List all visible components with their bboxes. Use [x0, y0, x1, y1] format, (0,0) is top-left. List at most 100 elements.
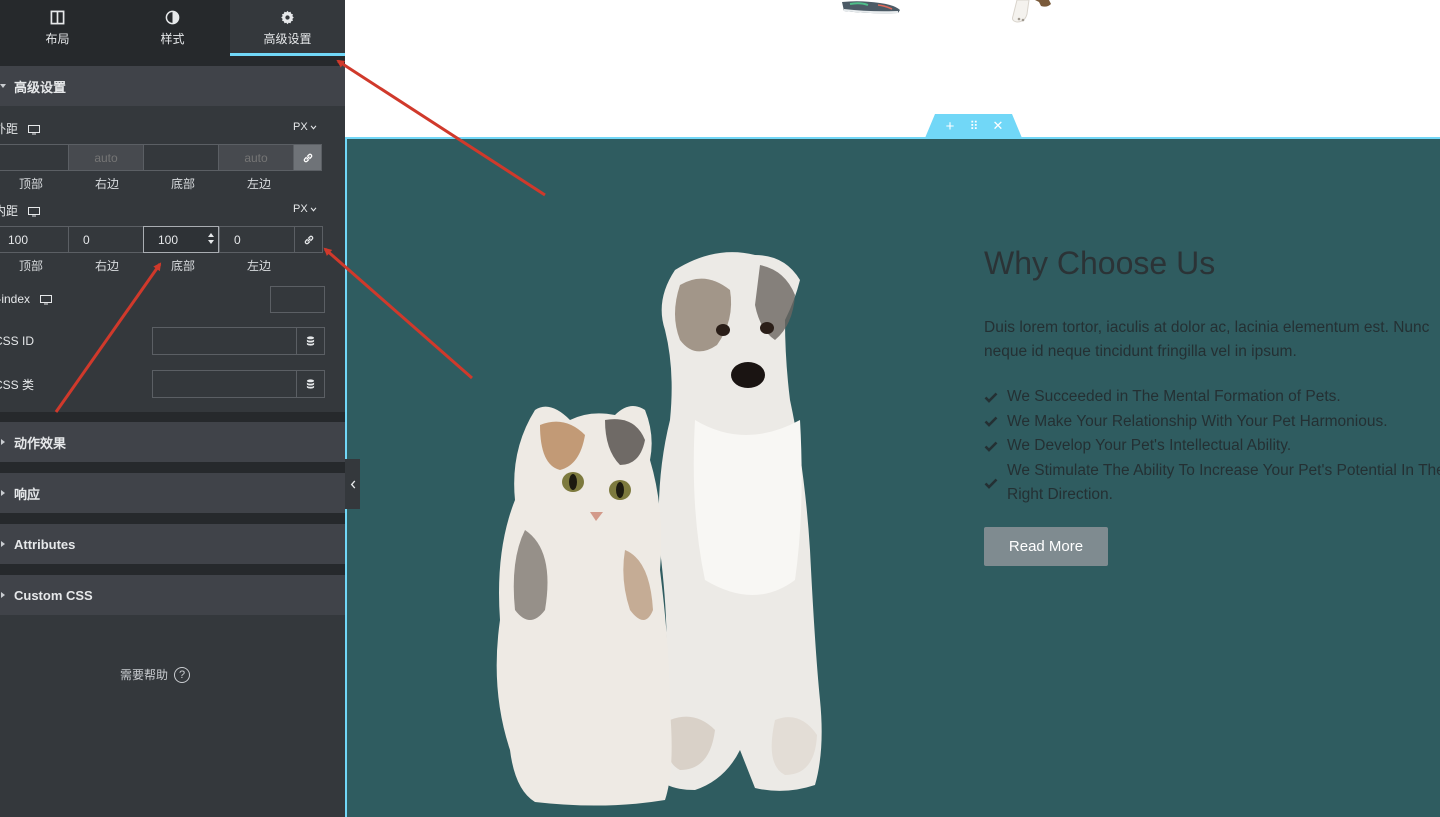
caret-right-icon [1, 439, 5, 445]
margin-left-input[interactable] [218, 144, 294, 171]
tab-advanced-label: 高级设置 [263, 31, 312, 46]
dim-label-right: 右边 [94, 177, 119, 191]
section-attributes-header[interactable]: Attributes [0, 524, 345, 564]
add-section-button[interactable]: + [941, 117, 959, 135]
dim-label-bottom: 底部 [170, 259, 195, 273]
database-icon [306, 336, 315, 346]
list-item: We Stimulate The Ability To Increase You… [984, 459, 1440, 508]
margin-label-row: 外距 [0, 120, 41, 137]
margin-right-input[interactable] [68, 144, 144, 171]
padding-unit-select[interactable]: PX [293, 203, 317, 215]
caret-right-icon [1, 541, 5, 547]
gear-icon [280, 10, 295, 25]
question-circle-icon: ? [174, 666, 191, 683]
tab-layout-label: 布局 [45, 31, 70, 46]
caret-right-icon [1, 490, 5, 496]
page-canvas: + ⠿ ✕ Why Choose Us Duis lorem tortor, i… [345, 0, 1440, 817]
padding-label-row: 内距 [0, 202, 41, 219]
dim-label-right: 右边 [94, 259, 119, 273]
dim-label-bottom: 底部 [170, 177, 195, 191]
check-icon [984, 410, 1007, 434]
tab-advanced[interactable]: 高级设置 [230, 0, 345, 56]
desktop-icon[interactable] [40, 294, 53, 305]
margin-top-input[interactable] [0, 144, 69, 171]
section-motion-title: 动作效果 [14, 435, 67, 451]
chevron-down-icon [310, 124, 317, 130]
list-item-text: We Make Your Relationship With Your Pet … [1007, 412, 1388, 430]
padding-dimensions [0, 226, 325, 253]
padding-right-input[interactable] [68, 226, 144, 253]
css-class-label: CSS 类 [0, 378, 35, 392]
section-title: Why Choose Us [984, 245, 1216, 281]
section-advanced-header[interactable]: 高级设置 [0, 66, 345, 106]
margin-dimensions [0, 144, 325, 171]
section-responsive-title: 响应 [14, 486, 41, 502]
check-icon [984, 385, 1007, 409]
section-attributes-title: Attributes [14, 536, 76, 552]
stepper-icon[interactable] [207, 232, 215, 245]
database-icon [306, 379, 315, 389]
drag-handle-icon[interactable]: ⠿ [965, 117, 983, 135]
chevron-left-icon [350, 479, 355, 489]
section-divider [0, 513, 345, 524]
help-label: 需要帮助 [120, 668, 169, 682]
check-icon [984, 434, 1007, 458]
check-icon [984, 459, 1007, 508]
dynamic-tags-button[interactable] [296, 327, 325, 355]
margin-dim-labels: 顶部 右边 底部 左边 [0, 175, 297, 192]
desktop-icon[interactable] [28, 124, 41, 134]
section-divider [0, 412, 345, 422]
layout-columns-icon [50, 10, 65, 25]
section-motion-header[interactable]: 动作效果 [0, 422, 345, 462]
section-custom-css-header[interactable]: Custom CSS [0, 575, 345, 615]
margin-unit-value: PX [293, 121, 308, 133]
sneaker-image [842, 1, 900, 14]
zindex-input[interactable] [270, 286, 325, 313]
padding-link-button[interactable] [294, 226, 323, 253]
list-item: We Succeeded in The Mental Formation of … [984, 385, 1440, 410]
tab-layout[interactable]: 布局 [0, 0, 115, 56]
css-class-label-row: CSS 类 [0, 376, 34, 393]
css-id-input[interactable] [152, 327, 297, 355]
dim-label-top: 顶部 [18, 177, 43, 191]
list-item-text: We Develop Your Pet's Intellectual Abili… [1007, 437, 1292, 454]
dynamic-tags-button[interactable] [296, 370, 325, 398]
margin-unit-select[interactable]: PX [293, 121, 317, 133]
chevron-down-icon [310, 206, 317, 212]
link-icon [304, 235, 313, 244]
padding-left-input[interactable] [219, 226, 295, 253]
delete-section-button[interactable]: ✕ [989, 117, 1007, 135]
margin-label: 外距 [0, 122, 19, 136]
section-custom-css-title: Custom CSS [14, 587, 93, 603]
zindex-label-row: Z-index [0, 292, 53, 306]
list-item: We Make Your Relationship With Your Pet … [984, 410, 1440, 435]
css-class-input[interactable] [152, 370, 297, 398]
css-id-label-row: CSS ID [0, 334, 34, 348]
section-responsive-header[interactable]: 响应 [0, 473, 345, 513]
padding-top-input[interactable] [0, 226, 69, 253]
read-more-button[interactable]: Read More [984, 527, 1108, 566]
desktop-icon[interactable] [28, 206, 41, 216]
benefits-list: We Succeeded in The Mental Formation of … [984, 385, 1440, 508]
link-icon [303, 153, 312, 162]
section-divider [0, 564, 345, 575]
section-advanced-title: 高级设置 [14, 79, 67, 95]
tab-divider [0, 56, 345, 66]
padding-bottom-wrapper [143, 226, 219, 253]
zindex-label: Z-index [0, 292, 31, 306]
previous-section[interactable]: + ⠿ ✕ [345, 0, 1440, 138]
panel-tabs: 布局 样式 高级设置 [0, 0, 345, 56]
dim-label-top: 顶部 [18, 259, 43, 273]
caret-down-icon [0, 84, 6, 88]
caret-right-icon [1, 592, 5, 598]
margin-link-button[interactable] [293, 144, 322, 171]
dim-label-left: 左边 [246, 177, 271, 191]
tab-style-label: 样式 [160, 31, 185, 46]
tab-style[interactable]: 样式 [115, 0, 230, 56]
css-id-control [152, 327, 325, 355]
panel-collapse-button[interactable] [345, 459, 360, 509]
section-description: Duis lorem tortor, iaculis at dolor ac, … [984, 319, 1430, 360]
help-link[interactable]: 需要帮助 ? [120, 666, 191, 683]
margin-bottom-input[interactable] [143, 144, 219, 171]
cat-and-dog-image [496, 252, 822, 806]
